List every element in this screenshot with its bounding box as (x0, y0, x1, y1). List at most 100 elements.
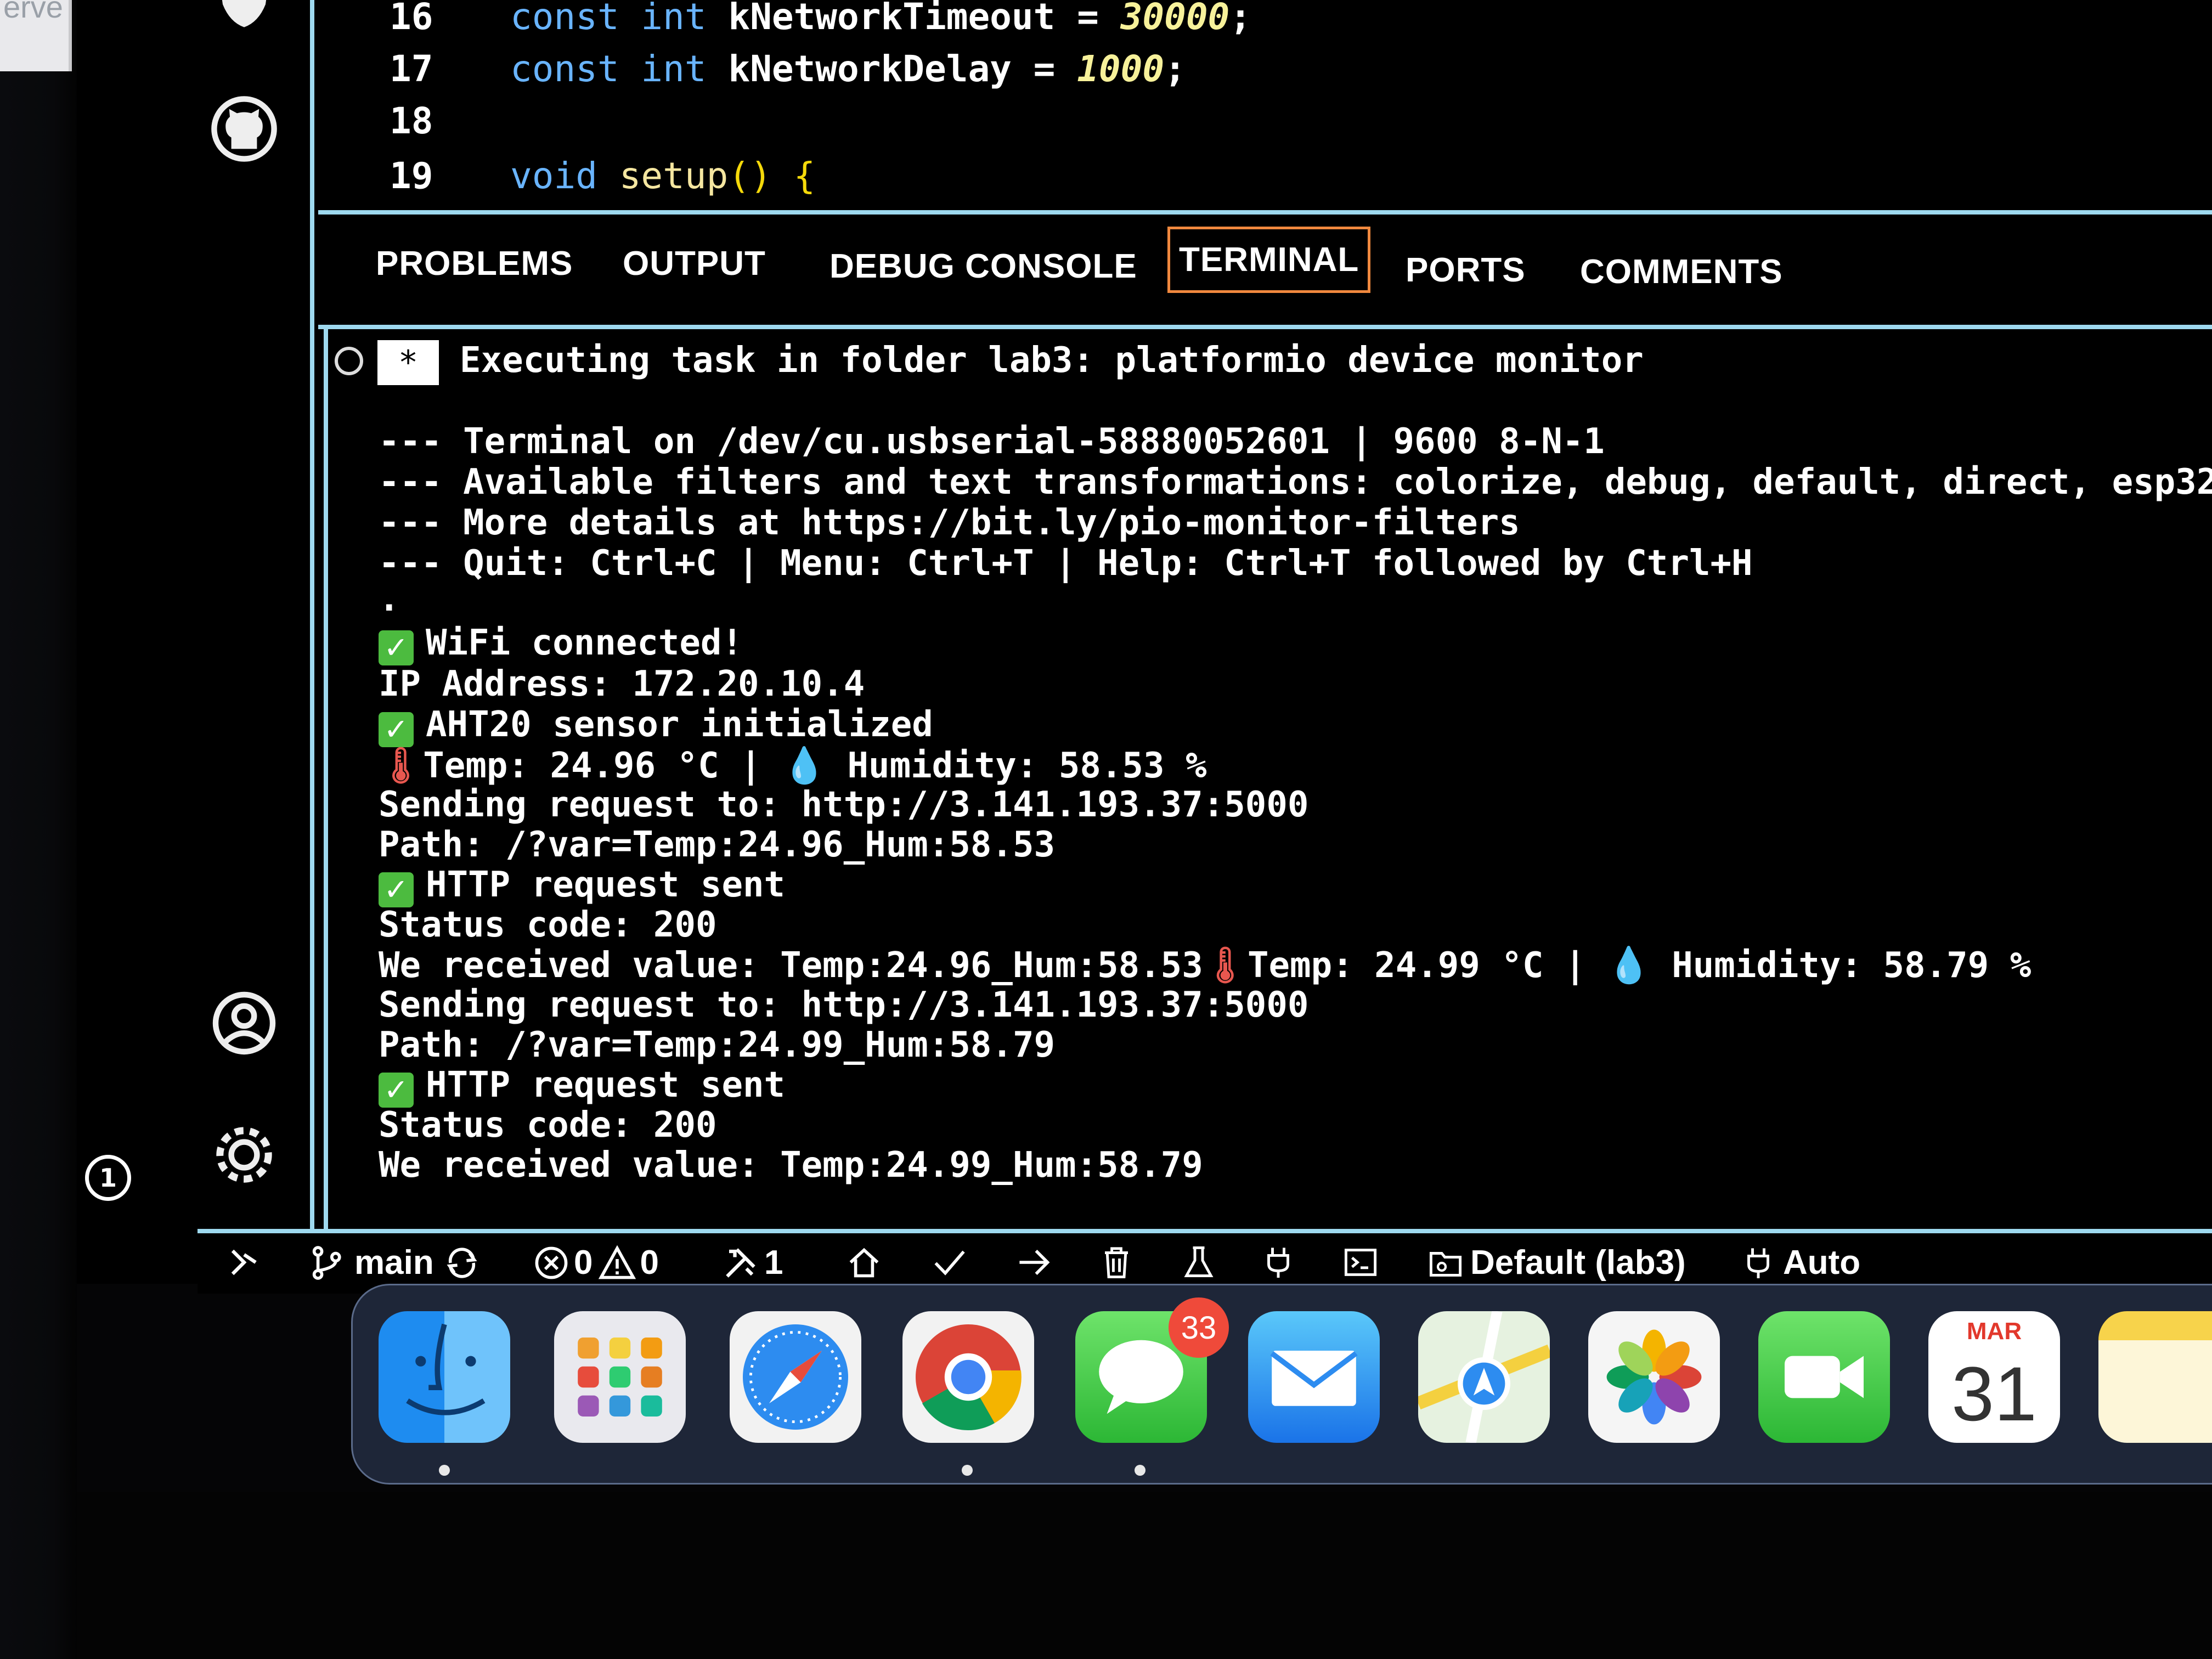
tab-ports[interactable]: PORTS (1406, 251, 1526, 290)
trash-icon[interactable] (1097, 1243, 1136, 1282)
terminal-output[interactable]: * Executing task in folder lab3: platfor… (335, 329, 2212, 1229)
droplet-icon: 💧 (782, 746, 826, 786)
calendar-day: 31 (1951, 1351, 2037, 1437)
plug-icon (1747, 1248, 1769, 1278)
panel-tabs: PROBLEMS OUTPUT DEBUG CONSOLE TERMINAL P… (318, 217, 2212, 321)
terminal-line: ✓ HTTP request sent (379, 1065, 785, 1108)
droplet-icon: 💧 (1607, 945, 1651, 986)
tab-output[interactable]: OUTPUT (623, 244, 766, 283)
problems-indicator[interactable]: 0 0 (532, 1243, 659, 1282)
error-count: 0 (574, 1244, 593, 1282)
running-indicator (439, 1465, 450, 1476)
tab-debug-console[interactable]: DEBUG CONSOLE (830, 247, 1137, 286)
semicolon: ; (1164, 47, 1186, 90)
brace: { (793, 154, 816, 197)
operator: = (1055, 0, 1121, 38)
port-label: Auto (1783, 1244, 1861, 1282)
activity-bar (176, 0, 314, 1229)
terminal-line: Sending request to: http://3.141.193.37:… (379, 785, 1309, 825)
git-branch-icon (312, 1245, 341, 1280)
tools-indicator[interactable]: 1 (721, 1243, 783, 1282)
terminal-line: --- Terminal on /dev/cu.usbserial-588800… (379, 421, 1605, 462)
upload-arrow-icon[interactable] (1015, 1243, 1053, 1282)
number-literal: 30000 (1120, 0, 1230, 38)
account-icon[interactable] (208, 988, 280, 1059)
keyword: void (510, 154, 619, 197)
plug-icon[interactable] (1259, 1243, 1297, 1282)
terminal-line: 🌡Temp: 24.96 °C | 💧 Humidity: 58.53 % (379, 745, 1207, 786)
humidity-reading: Humidity: 58.79 % (1650, 945, 2032, 986)
thermometer-icon: 🌡 (1203, 945, 1248, 986)
facetime-icon[interactable] (1758, 1311, 1890, 1443)
task-status-circle-icon (335, 347, 363, 375)
error-icon (535, 1246, 568, 1279)
panel-border (318, 210, 2212, 215)
test-flask-icon[interactable] (1180, 1243, 1218, 1282)
environment-selector[interactable]: Default (lab3) (1426, 1243, 1686, 1282)
running-indicator (1135, 1465, 1146, 1476)
checkmark-icon: ✓ (379, 712, 414, 747)
environment-label: Default (lab3) (1470, 1244, 1686, 1282)
settings-gear-icon[interactable] (208, 1119, 280, 1190)
remote-icon[interactable] (225, 1243, 263, 1282)
task-box: * (377, 340, 439, 385)
settings-badge: 1 (85, 1155, 131, 1201)
keyword: const int (510, 0, 729, 38)
terminal-line: . (379, 579, 400, 619)
terminal-line: --- Available filters and text transform… (379, 462, 2212, 503)
received-value: We received value: Temp:24.96_Hum:58.53 (379, 945, 1203, 986)
terminal-line: We received value: Temp:24.99_Hum:58.79 (379, 1145, 1203, 1186)
line-number: 18 (390, 99, 433, 142)
github-icon[interactable] (208, 93, 280, 165)
tab-comments[interactable]: COMMENTS (1580, 252, 1783, 291)
terminal-line: Sending request to: http://3.141.193.37:… (379, 985, 1309, 1025)
semicolon: ; (1229, 0, 1252, 38)
background-window-corner: erve (0, 0, 72, 71)
port-selector[interactable]: Auto (1739, 1243, 1860, 1282)
checkmark-icon: ✓ (379, 1073, 414, 1108)
bezel-left (0, 0, 77, 1659)
temp-reading: Temp: 24.96 °C | (423, 746, 783, 786)
keyword: const int (510, 47, 729, 90)
checkmark-icon: ✓ (379, 630, 414, 665)
notes-icon[interactable] (2098, 1311, 2212, 1443)
tab-problems[interactable]: PROBLEMS (376, 244, 573, 283)
terminal-icon[interactable] (1341, 1243, 1380, 1282)
operator: = (1011, 47, 1077, 90)
messages-badge: 33 (1169, 1297, 1229, 1358)
photos-icon[interactable] (1588, 1311, 1720, 1443)
maps-icon[interactable] (1418, 1311, 1550, 1443)
tab-terminal[interactable]: TERMINAL (1167, 227, 1371, 293)
code-editor[interactable]: 16 const int kNetworkTimeout = 30000; 17… (318, 0, 2212, 211)
humidity-reading: Humidity: 58.53 % (826, 746, 1207, 786)
code-line: 16 const int kNetworkTimeout = 30000; (318, 0, 1251, 41)
build-check-icon[interactable] (930, 1243, 968, 1282)
warning-icon (599, 1245, 636, 1279)
branch-indicator[interactable]: main (307, 1243, 481, 1282)
chrome-icon[interactable] (902, 1311, 1034, 1443)
sync-icon (447, 1247, 477, 1278)
safari-icon[interactable] (730, 1311, 861, 1443)
launchpad-icon[interactable] (554, 1311, 686, 1443)
mail-icon[interactable] (1248, 1311, 1380, 1443)
identifier: kNetworkTimeout (728, 0, 1056, 38)
finder-icon[interactable] (379, 1311, 510, 1443)
warning-count: 0 (640, 1244, 659, 1282)
home-icon[interactable] (845, 1243, 883, 1282)
function-name: setup (619, 154, 729, 197)
task-line: Executing task in folder lab3: platformi… (460, 340, 1644, 381)
identifier: kNetworkDelay (728, 47, 1012, 90)
wifi-status: WiFi connected! (426, 623, 743, 663)
calendar-month: MAR (1966, 1318, 2022, 1345)
terminal-line: ✓ HTTP request sent (379, 865, 785, 907)
panel-left-border (324, 329, 328, 1229)
temp-reading: Temp: 24.99 °C | (1247, 945, 1607, 986)
calendar-icon[interactable]: MAR 31 (1928, 1311, 2060, 1443)
code-line: 17 const int kNetworkDelay = 1000; (318, 44, 1186, 93)
line-number: 19 (390, 154, 433, 197)
running-indicator (962, 1465, 973, 1476)
terminal-line: ✓ WiFi connected! (379, 623, 743, 665)
http-status: HTTP request sent (426, 865, 786, 905)
terminal-line: IP Address: 172.20.10.4 (379, 664, 865, 704)
shield-icon[interactable] (208, 0, 280, 33)
